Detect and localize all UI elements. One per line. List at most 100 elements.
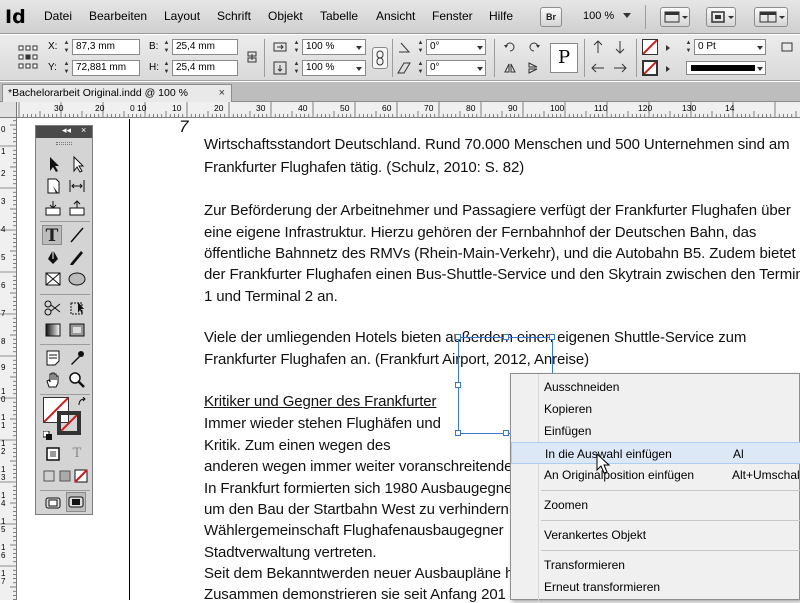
direct-selection-tool-icon[interactable]: [67, 154, 87, 174]
panel-menu-icon[interactable]: [778, 39, 796, 55]
default-fill-stroke-icon[interactable]: [43, 431, 53, 441]
rotate-90-ccw-icon[interactable]: [526, 39, 542, 55]
body-text-line[interactable]: Wählergemeinschaft Flughafenausbaugegner: [204, 522, 504, 539]
free-transform-tool-icon[interactable]: [67, 298, 87, 318]
preview-mode-button[interactable]: [66, 492, 86, 512]
panel-grip[interactable]: [56, 142, 72, 145]
fill-dropdown-icon[interactable]: [666, 45, 670, 51]
zoom-tool-icon[interactable]: [67, 370, 87, 390]
resize-handle[interactable]: [549, 334, 555, 340]
select-container-icon[interactable]: [590, 39, 606, 55]
ellipse-tool-icon[interactable]: [67, 269, 87, 289]
bridge-button[interactable]: Br: [540, 7, 562, 27]
selection-tool-icon[interactable]: [43, 154, 63, 174]
menu-item-an-originalposition-einfuegen[interactable]: An Originalposition einfügen Alt+Umschal: [511, 464, 800, 486]
stroke-type-dropdown-icon[interactable]: [757, 67, 763, 71]
menu-item-verankertes-objekt[interactable]: Verankertes Objekt: [511, 524, 800, 546]
line-tool-icon[interactable]: [67, 225, 87, 245]
stroke-weight-dropdown-icon[interactable]: [757, 46, 763, 50]
menu-item-zoomen[interactable]: Zoomen: [511, 494, 800, 516]
width-stepper[interactable]: ▲ ▼: [162, 39, 171, 55]
horizontal-ruler[interactable]: 30 20 10 0 10 20 30 40 50 60 70 80 90 10…: [17, 102, 800, 118]
stroke-box[interactable]: [57, 411, 81, 435]
arrange-documents-button[interactable]: [754, 7, 788, 27]
gap-tool-icon[interactable]: [67, 176, 87, 196]
constrain-proportions-icon[interactable]: [244, 49, 260, 65]
select-next-object-icon[interactable]: [612, 60, 628, 76]
formatting-affects-container-icon[interactable]: [43, 444, 63, 464]
vertical-ruler[interactable]: 0 1 2 3 4 5 6 7 8 9 1 0 1 1 1 2 1 3 1 4 …: [0, 102, 17, 600]
scale-x-stepper[interactable]: ▲ ▼: [292, 39, 301, 55]
gradient-feather-tool-icon[interactable]: [67, 320, 87, 340]
flip-horizontal-icon[interactable]: [502, 60, 518, 76]
section-heading[interactable]: Kritiker und Gegner des Frankfurter: [204, 393, 437, 410]
scale-y-dropdown-icon[interactable]: [356, 67, 362, 71]
content-placer-icon[interactable]: [67, 198, 87, 218]
menu-hilfe[interactable]: Hilfe: [489, 9, 513, 23]
stroke-dropdown-icon[interactable]: [666, 66, 670, 72]
x-stepper[interactable]: ▲ ▼: [62, 39, 71, 55]
reference-point-icon[interactable]: [18, 45, 38, 69]
rotate-90-cw-icon[interactable]: [502, 39, 518, 55]
flip-vertical-icon[interactable]: [526, 60, 542, 76]
stroke-weight-field[interactable]: 0 Pt: [694, 39, 766, 55]
menu-item-transformieren[interactable]: Transformieren: [511, 554, 800, 576]
menu-item-ausschneiden[interactable]: Ausschneiden: [511, 376, 800, 398]
resize-handle[interactable]: [503, 430, 509, 436]
body-text-line[interactable]: Seit dem Bekanntwerden neuer Ausbaupläne…: [204, 565, 513, 582]
resize-handle[interactable]: [455, 430, 461, 436]
body-text-line[interactable]: Kritik. Zum einen wegen des: [204, 437, 391, 454]
note-tool-icon[interactable]: [43, 348, 63, 368]
body-text-line[interactable]: eine eigene Infrastruktur. Hierzu gehöre…: [204, 224, 756, 241]
menu-datei[interactable]: Datei: [44, 9, 72, 23]
body-text-line[interactable]: der Frankfurter Flughafen einen Bus-Shut…: [204, 266, 800, 283]
shear-dropdown-icon[interactable]: [477, 67, 483, 71]
body-text-line[interactable]: öffentliche Bahnnetz des RMVs (Rhein-Mai…: [204, 245, 796, 262]
fill-stroke-control[interactable]: [43, 397, 87, 441]
rotation-stepper[interactable]: ▲ ▼: [416, 39, 425, 55]
menu-fenster[interactable]: Fenster: [432, 9, 473, 23]
menu-layout[interactable]: Layout: [164, 9, 200, 23]
height-field[interactable]: 25,4 mm: [172, 60, 238, 76]
menu-bearbeiten[interactable]: Bearbeiten: [89, 9, 147, 23]
menu-item-kopieren[interactable]: Kopieren: [511, 398, 800, 420]
stroke-type-select[interactable]: [686, 61, 766, 75]
menu-item-einfuegen[interactable]: Einfügen: [511, 420, 800, 442]
stroke-weight-stepper[interactable]: ▲ ▼: [684, 39, 693, 55]
eyedropper-tool-icon[interactable]: [67, 348, 87, 368]
zoom-dropdown-icon[interactable]: [623, 13, 631, 18]
swap-fill-stroke-icon[interactable]: [77, 397, 87, 407]
body-text-line[interactable]: Stadtverwaltung vertreten.: [204, 544, 377, 561]
document-tab[interactable]: *Bachelorarbeit Original.indd @ 100 % ×: [2, 84, 232, 102]
menu-schrift[interactable]: Schrift: [217, 9, 251, 23]
select-content-icon[interactable]: [612, 39, 628, 55]
body-text-line[interactable]: Frankfurter Flughafen tätig. (Schulz, 20…: [204, 159, 524, 176]
screen-mode-button[interactable]: [706, 7, 736, 27]
rectangle-frame-tool-icon[interactable]: [43, 269, 63, 289]
content-collector-icon[interactable]: [43, 198, 63, 218]
fill-swatch[interactable]: [642, 39, 658, 55]
scissors-tool-icon[interactable]: [43, 298, 63, 318]
select-previous-object-icon[interactable]: [590, 60, 606, 76]
constrain-scale-button[interactable]: [372, 47, 388, 69]
normal-view-mode-icon[interactable]: [43, 493, 63, 513]
width-field[interactable]: 25,4 mm: [172, 39, 238, 55]
close-tab-icon[interactable]: ×: [219, 85, 225, 101]
hand-tool-icon[interactable]: [43, 370, 63, 390]
view-options-button[interactable]: [660, 7, 690, 27]
menu-item-erneut-transformieren[interactable]: Erneut transformieren: [511, 576, 800, 598]
apply-none-icon[interactable]: [71, 466, 91, 486]
menu-ansicht[interactable]: Ansicht: [376, 9, 415, 23]
collapse-panel-icon[interactable]: ◂◂: [62, 125, 71, 136]
resize-handle[interactable]: [455, 382, 461, 388]
body-text-line[interactable]: Zur Beförderung der Arbeitnehmer und Pas…: [204, 202, 791, 219]
height-stepper[interactable]: ▲ ▼: [162, 60, 171, 76]
tools-panel-header[interactable]: ◂◂ ×: [36, 125, 92, 138]
page-tool-icon[interactable]: [43, 176, 63, 196]
body-text-line[interactable]: 1 und Terminal 2 an.: [204, 288, 338, 305]
rotation-dropdown-icon[interactable]: [477, 46, 483, 50]
shear-stepper[interactable]: ▲ ▼: [416, 60, 425, 76]
pencil-tool-icon[interactable]: [67, 247, 87, 267]
menu-item-in-die-auswahl-einfuegen[interactable]: In die Auswahl einfügen Al: [511, 442, 800, 464]
body-text-line[interactable]: um den Bau der Startbahn West zu verhind…: [204, 501, 509, 518]
